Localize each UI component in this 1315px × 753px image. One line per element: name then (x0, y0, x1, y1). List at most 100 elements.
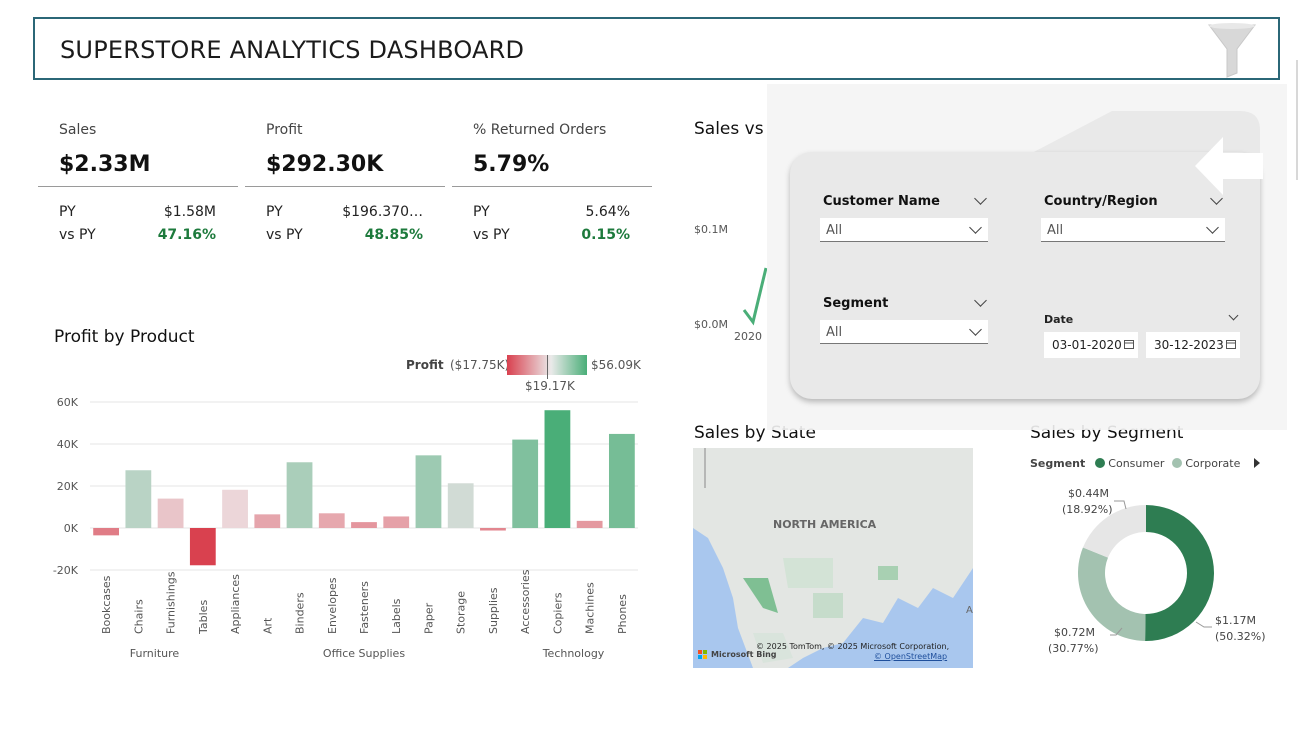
map-edge-label: A (966, 605, 973, 616)
chevron-down-icon[interactable] (1228, 310, 1239, 321)
date-start-input[interactable]: 03-01-2020 (1044, 332, 1138, 358)
x-tick-label: Accessories (519, 569, 532, 634)
group-label: Office Supplies (323, 647, 405, 660)
legend-label: Profit (406, 358, 444, 372)
vs-py-label: vs PY (473, 227, 510, 243)
donut-label-value: $1.17M (1215, 614, 1256, 627)
chevron-down-icon (1206, 221, 1219, 234)
x-tick-label: Supplies (487, 587, 500, 634)
bar-furnishings[interactable] (157, 498, 184, 528)
legend-max: $56.09K (591, 358, 641, 372)
bar-envelopes[interactable] (318, 513, 345, 528)
dropdown-value: All (826, 223, 843, 238)
customer-name-label: Customer Name (823, 194, 940, 209)
x-tick-label: Furnishings (165, 571, 178, 634)
bar-accessories[interactable] (512, 439, 539, 528)
kpi-label: % Returned Orders (473, 122, 607, 138)
x-tick-label: Paper (422, 602, 435, 634)
kpi-value: $2.33M (59, 152, 151, 177)
y-tick-label: 60K (57, 396, 79, 409)
x-tick-label: Machines (584, 582, 597, 634)
calendar-icon[interactable] (1124, 339, 1134, 349)
bar-binders[interactable] (286, 462, 313, 528)
y-tick-label: 0K (64, 522, 79, 535)
bar-bookcases[interactable] (93, 528, 120, 536)
kpi-value: $292.30K (266, 152, 384, 177)
scrollbar[interactable] (1296, 60, 1298, 180)
py-label: PY (266, 204, 283, 220)
x-tick-label: Envelopes (326, 577, 339, 634)
microsoft-logo-icon (698, 650, 708, 660)
chevron-down-icon (969, 221, 982, 234)
x-tick-label: Art (261, 617, 274, 634)
vs-py-label: vs PY (266, 227, 303, 243)
py-value: 5.64% (585, 204, 630, 220)
back-arrow-icon[interactable] (1195, 137, 1265, 195)
sales-by-state-map[interactable]: NORTH AMERICA A © 2025 TomTom, © 2025 Mi… (693, 448, 973, 668)
legend-title: Segment (1030, 457, 1086, 470)
bar-paper[interactable] (415, 455, 442, 528)
vs-py-label: vs PY (59, 227, 96, 243)
bar-machines[interactable] (576, 520, 603, 528)
country-region-dropdown[interactable]: All (1041, 218, 1225, 242)
y-tick-label: 40K (57, 438, 79, 451)
bar-appliances[interactable] (222, 489, 248, 528)
map-copyright: © 2025 TomTom, © 2025 Microsoft Corporat… (756, 642, 950, 651)
kpi-label: Profit (266, 122, 303, 138)
donut-label-value: $0.72M (1054, 626, 1095, 639)
kpi-card-sales: Sales $2.33M PY $1.58M vs PY 47.16% (38, 112, 238, 252)
legend-min: ($17.75K) (450, 358, 510, 372)
filter-panel: Customer Name All Country/Region All Seg… (790, 152, 1260, 399)
legend-dot-icon (1094, 458, 1105, 468)
dashboard-header: SUPERSTORE ANALYTICS DASHBOARD (33, 17, 1280, 80)
chevron-down-icon[interactable] (974, 192, 987, 205)
donut-label-pct: (30.77%) (1048, 642, 1099, 655)
y-tick-label: -20K (53, 564, 79, 577)
calendar-icon[interactable] (1226, 339, 1236, 349)
divider (452, 186, 652, 187)
kpi-card-returned-orders: % Returned Orders 5.79% PY 5.64% vs PY 0… (452, 112, 652, 252)
x-tick-label: Binders (294, 592, 307, 634)
x-tick-label: Storage (455, 591, 468, 634)
customer-name-dropdown[interactable]: All (820, 218, 988, 242)
y-tick-label: 20K (57, 480, 79, 493)
kpi-value: 5.79% (473, 152, 550, 177)
legend-mid-marker (547, 355, 548, 379)
vs-py-value: 47.16% (157, 227, 216, 243)
bar-labels[interactable] (383, 516, 410, 528)
bar-art[interactable] (254, 514, 281, 528)
bar-tables[interactable] (189, 528, 216, 566)
funnel-icon[interactable] (1206, 21, 1258, 79)
bar-phones[interactable] (608, 433, 635, 528)
bar-copiers[interactable] (544, 410, 571, 528)
chevron-down-icon[interactable] (974, 294, 987, 307)
donut-leader-lines (1110, 500, 1212, 636)
bar-chairs[interactable] (125, 470, 152, 528)
vs-py-value: 0.15% (581, 227, 630, 243)
divider (38, 186, 238, 187)
group-label: Furniture (130, 647, 180, 660)
profit-legend: Profit (406, 358, 444, 372)
legend-next-icon[interactable] (1252, 457, 1262, 469)
date-end-input[interactable]: 30-12-2023 (1146, 332, 1240, 358)
sales-vs-line (742, 267, 768, 326)
sales-vs-xtick: 2020 (734, 330, 762, 343)
profit-chart-title: Profit by Product (54, 327, 195, 347)
x-tick-label: Bookcases (100, 575, 113, 634)
bar-fasteners[interactable] (351, 522, 377, 528)
py-value: $1.58M (163, 204, 216, 220)
x-tick-label: Copiers (551, 592, 564, 634)
map-region-label: NORTH AMERICA (773, 518, 877, 531)
legend-item-consumer[interactable]: Consumer (1108, 457, 1164, 470)
x-tick-label: Phones (616, 594, 629, 634)
bing-label: Microsoft Bing (711, 650, 777, 659)
donut-label-pct: (18.92%) (1062, 503, 1113, 516)
group-label: Technology (542, 647, 605, 660)
map-graphic (693, 448, 973, 668)
legend-item-corporate[interactable]: Corporate (1185, 457, 1240, 470)
bar-supplies[interactable] (480, 528, 506, 531)
py-label: PY (59, 204, 76, 220)
openstreetmap-link[interactable]: © OpenStreetMap (874, 652, 947, 661)
segment-dropdown[interactable]: All (820, 320, 988, 344)
bar-storage[interactable] (447, 483, 474, 528)
